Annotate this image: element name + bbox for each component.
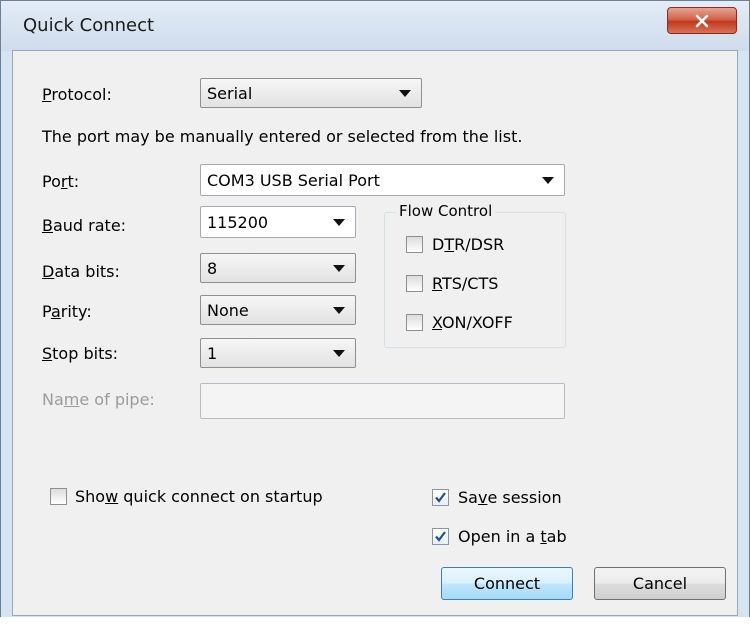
parity-value: None [207,301,249,320]
show-quick-connect-checkbox[interactable] [50,488,67,505]
protocol-select[interactable]: Serial [200,78,422,108]
parity-select[interactable]: None [200,295,356,325]
name-of-pipe-label: Name of pipe: [42,390,155,409]
dtr-dsr-label[interactable]: DTR/DSR [432,235,504,254]
rts-cts-label[interactable]: RTS/CTS [432,274,498,293]
checkmark-icon [435,492,446,503]
dtr-dsr-checkbox[interactable] [406,236,423,253]
xon-xoff-label[interactable]: XON/XOFF [432,313,513,332]
checkmark-icon [435,531,446,542]
chevron-down-icon [333,350,345,357]
title-bar[interactable]: Quick Connect [1,1,749,51]
baud-rate-label: Baud rate: [42,216,127,235]
protocol-value: Serial [207,84,253,103]
window-title: Quick Connect [23,15,155,36]
port-value: COM3 USB Serial Port [207,171,380,190]
open-in-tab-checkbox[interactable] [432,528,449,545]
save-session-checkbox[interactable] [432,489,449,506]
save-session-label[interactable]: Save session [458,488,562,507]
data-bits-select[interactable]: 8 [200,253,356,283]
data-bits-label: Data bits: [42,262,120,281]
stop-bits-value: 1 [207,344,218,363]
name-of-pipe-input [200,383,565,419]
parity-label: Parity: [42,302,92,321]
flow-control-title: Flow Control [396,202,496,220]
chevron-down-icon [399,90,411,97]
stop-bits-label: Stop bits: [42,344,119,363]
cancel-button[interactable]: Cancel [594,567,726,600]
chevron-down-icon [333,307,345,314]
data-bits-value: 8 [207,259,218,278]
close-icon [695,14,709,27]
close-button[interactable] [667,7,737,34]
xon-xoff-checkbox[interactable] [406,314,423,331]
chevron-down-icon [333,219,345,226]
rts-cts-checkbox[interactable] [406,275,423,292]
baud-rate-combobox[interactable]: 115200 [200,206,356,238]
bottom-strip [0,617,750,628]
port-combobox[interactable]: COM3 USB Serial Port [200,164,565,196]
connect-button[interactable]: Connect [441,567,573,600]
open-in-tab-label[interactable]: Open in a tab [458,527,567,546]
stop-bits-select[interactable]: 1 [200,338,356,368]
port-label: Port: [42,172,80,191]
port-hint-text: The port may be manually entered or sele… [42,127,523,146]
baud-rate-value: 115200 [207,213,269,232]
chevron-down-icon [333,265,345,272]
show-quick-connect-label[interactable]: Show quick connect on startup [75,487,323,506]
protocol-label: Protocol: [42,85,112,104]
chevron-down-icon [542,177,554,184]
